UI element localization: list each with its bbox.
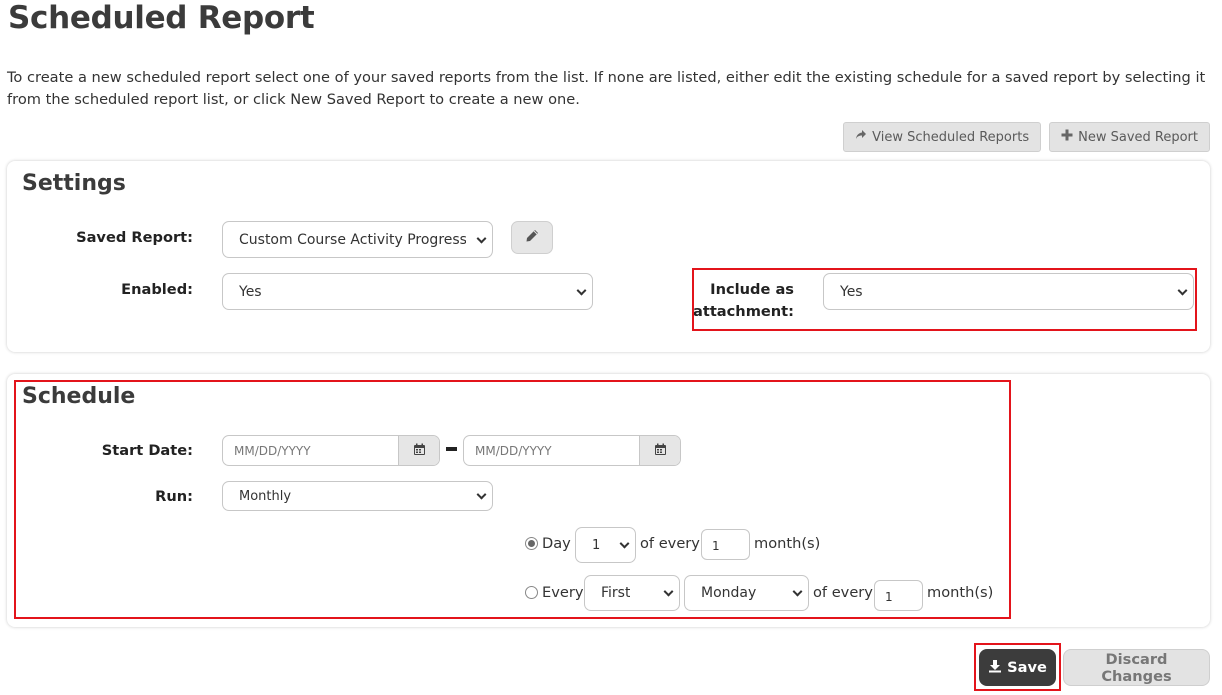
calendar-icon [654,441,667,460]
run-label: Run: [155,488,193,505]
calendar-icon [413,441,426,460]
start-date-input[interactable]: MM/DD/YYYY [223,436,400,465]
day-select-value: 1 [592,537,601,553]
start-date-label: Start Date: [101,442,193,459]
attachment-select[interactable]: Yes [823,273,1194,310]
enabled-value: Yes [239,283,262,300]
every-interval-input[interactable]: 1 [874,580,923,611]
end-date-input[interactable]: MM/DD/YYYY [464,436,641,465]
day-option-radio[interactable] [525,537,538,550]
weekday-select[interactable]: Monday [684,575,809,611]
view-scheduled-reports-button[interactable]: View Scheduled Reports [843,122,1042,152]
schedule-title: Schedule [22,384,136,409]
day-option-label: Day [542,535,571,552]
settings-panel: Settings [7,161,1210,352]
chevron-down-icon [1177,285,1188,296]
discard-changes-button[interactable]: Discard Changes [1063,649,1210,686]
page-title: Scheduled Report [8,0,315,36]
chevron-down-icon [663,586,674,597]
save-label: Save [1007,659,1047,676]
top-actions: View Scheduled Reports New Saved Report [843,122,1210,152]
chevron-down-icon [476,233,487,244]
attachment-value: Yes [840,283,863,300]
edit-saved-report-button[interactable] [511,221,553,254]
start-date-group: MM/DD/YYYY [222,435,440,466]
day-select[interactable]: 1 [575,527,636,563]
share-arrow-icon [855,129,867,145]
chevron-down-icon [476,489,487,500]
chevron-down-icon [792,586,803,597]
every-option-radio[interactable] [525,586,538,599]
attachment-label-line-2: attachment: [693,303,794,320]
plus-icon [1061,129,1073,145]
enabled-label: Enabled: [121,281,193,298]
new-saved-report-label: New Saved Report [1078,129,1198,145]
saved-report-value: Custom Course Activity Progress Report [239,231,466,248]
day-of-every-text: of every [640,535,700,552]
ordinal-select[interactable]: First [584,575,680,611]
end-date-group: MM/DD/YYYY [463,435,681,466]
enabled-select[interactable]: Yes [222,273,593,310]
weekday-select-value: Monday [701,585,757,601]
save-button[interactable]: Save [979,649,1056,686]
intro-text: To create a new scheduled report select … [7,69,1206,108]
run-value: Monthly [239,488,292,504]
new-saved-report-button[interactable]: New Saved Report [1049,122,1210,152]
chevron-down-icon [576,285,587,296]
every-unit-text: month(s) [927,584,994,601]
run-select[interactable]: Monthly [222,481,493,511]
day-unit-text: month(s) [754,535,821,552]
day-interval-input[interactable]: 1 [701,529,750,560]
date-range-dash [446,447,457,451]
settings-title: Settings [22,171,126,196]
end-date-calendar-button[interactable] [640,436,680,465]
download-icon [988,659,1002,677]
every-option-label: Every [542,584,584,601]
view-scheduled-reports-label: View Scheduled Reports [872,129,1030,145]
ordinal-select-value: First [601,585,631,601]
start-date-calendar-button[interactable] [399,436,439,465]
saved-report-select[interactable]: Custom Course Activity Progress Report [222,221,493,258]
attachment-label-line-1: Include as [710,281,794,298]
pencil-icon [525,228,539,247]
every-of-every-text: of every [813,584,873,601]
chevron-down-icon [619,538,630,549]
saved-report-label: Saved Report: [76,229,193,246]
